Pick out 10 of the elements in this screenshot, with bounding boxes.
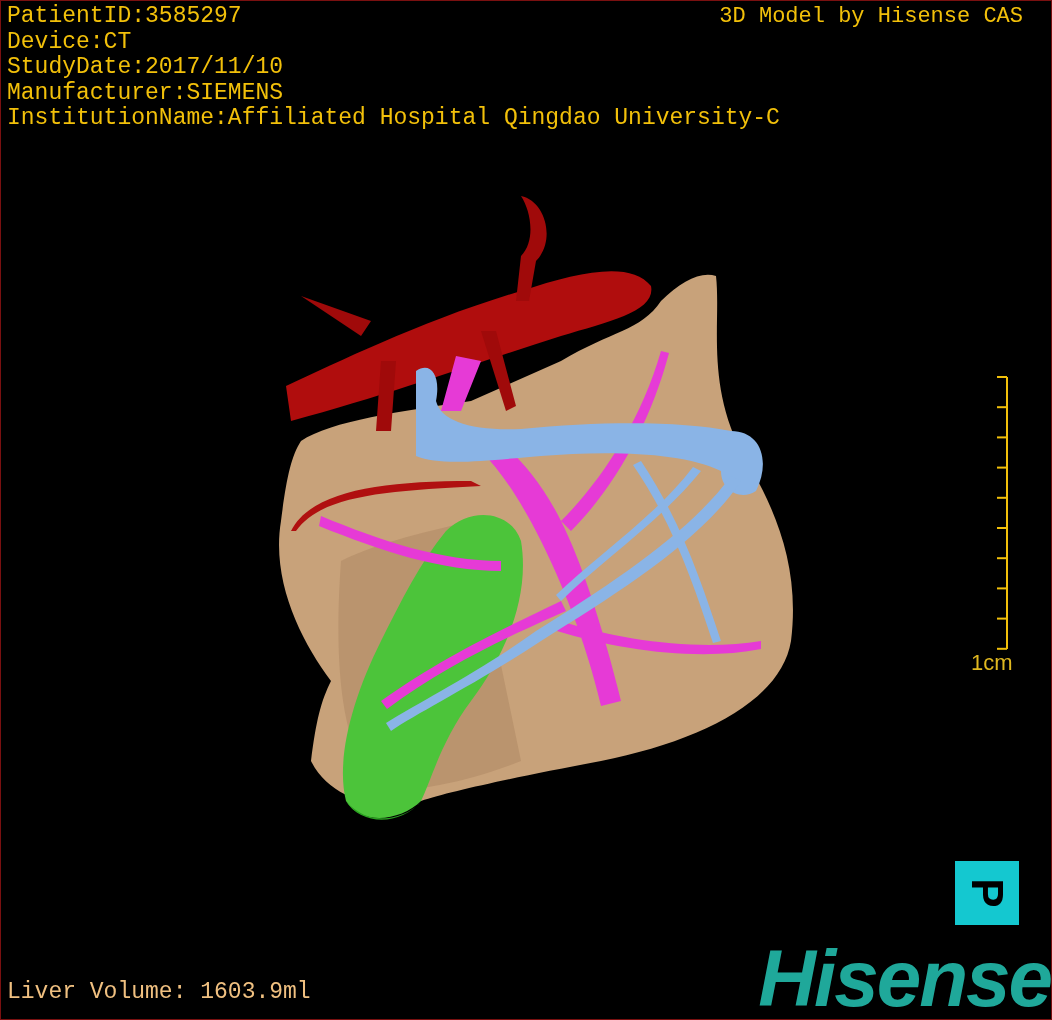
study-info-text: Device:CT — [7, 29, 132, 55]
study-info-text: Manufacturer:SIEMENS — [7, 80, 284, 106]
study-info-text: InstitutionName:Affiliated Hospital Qingdao University-C — [7, 106, 780, 132]
scale-label: 1cm — [971, 650, 1013, 676]
study-info-text: StudyDate:2017/11/10 — [7, 55, 284, 81]
model-credit: 3D Model by Hisense CAS — [719, 4, 1023, 30]
orientation-marker: P — [955, 861, 1019, 925]
liver-volume-text: Liver Volume: 1603.9ml — [7, 979, 311, 1005]
brand-logo: Hisense — [758, 936, 1051, 1019]
study-info-text: PatientID:3585297 — [7, 4, 242, 30]
